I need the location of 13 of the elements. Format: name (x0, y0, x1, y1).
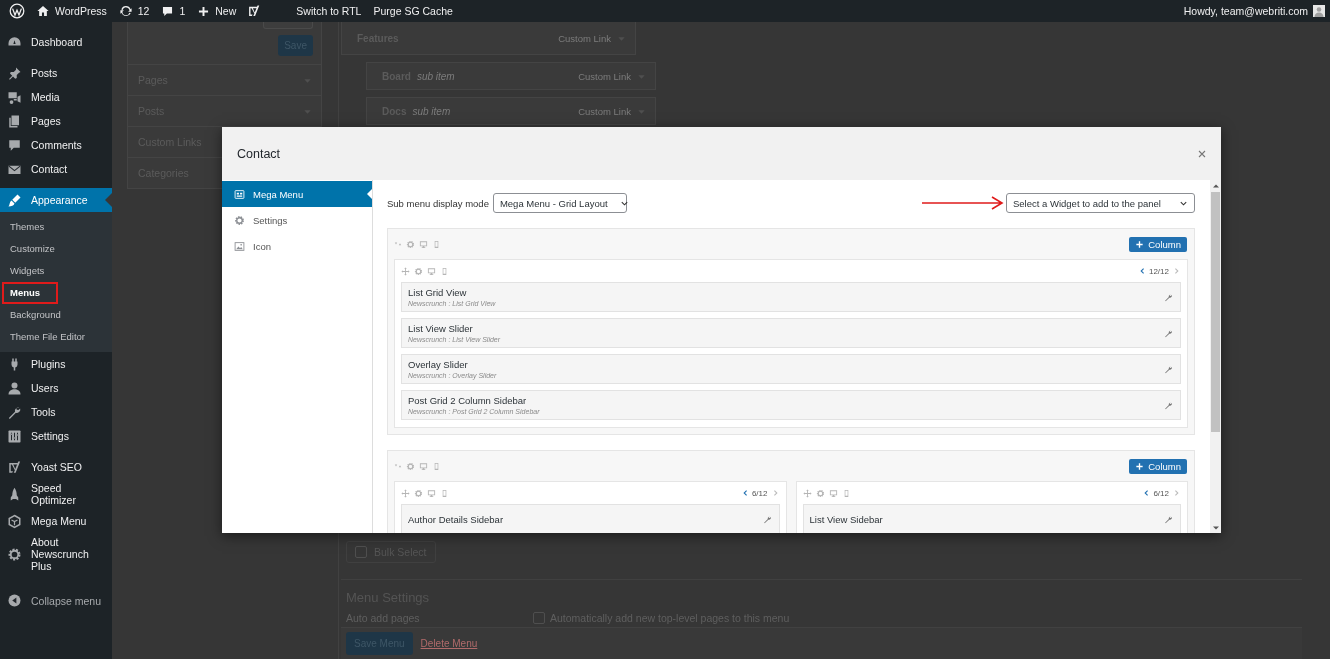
column-span: 6/12 (1153, 488, 1169, 498)
widget-title: List Grid View (408, 287, 468, 298)
widget-title: Post Grid 2 Column Sidebar (408, 395, 528, 406)
widget-title: Overlay Slider (408, 359, 469, 370)
widget-title: List View Sidebar (809, 513, 883, 525)
column-span: 12/12 (1148, 266, 1169, 276)
column-span: 6/12 (751, 488, 768, 498)
widget-title: List View Slider (408, 323, 474, 334)
widget-title: Author Details Sidebar (408, 513, 504, 525)
modal-title: Contact (237, 146, 281, 161)
menu-item-note: sub item (412, 105, 451, 117)
field-label: Sub menu display mode (387, 197, 489, 209)
menu-item-note: sub item (416, 70, 455, 82)
